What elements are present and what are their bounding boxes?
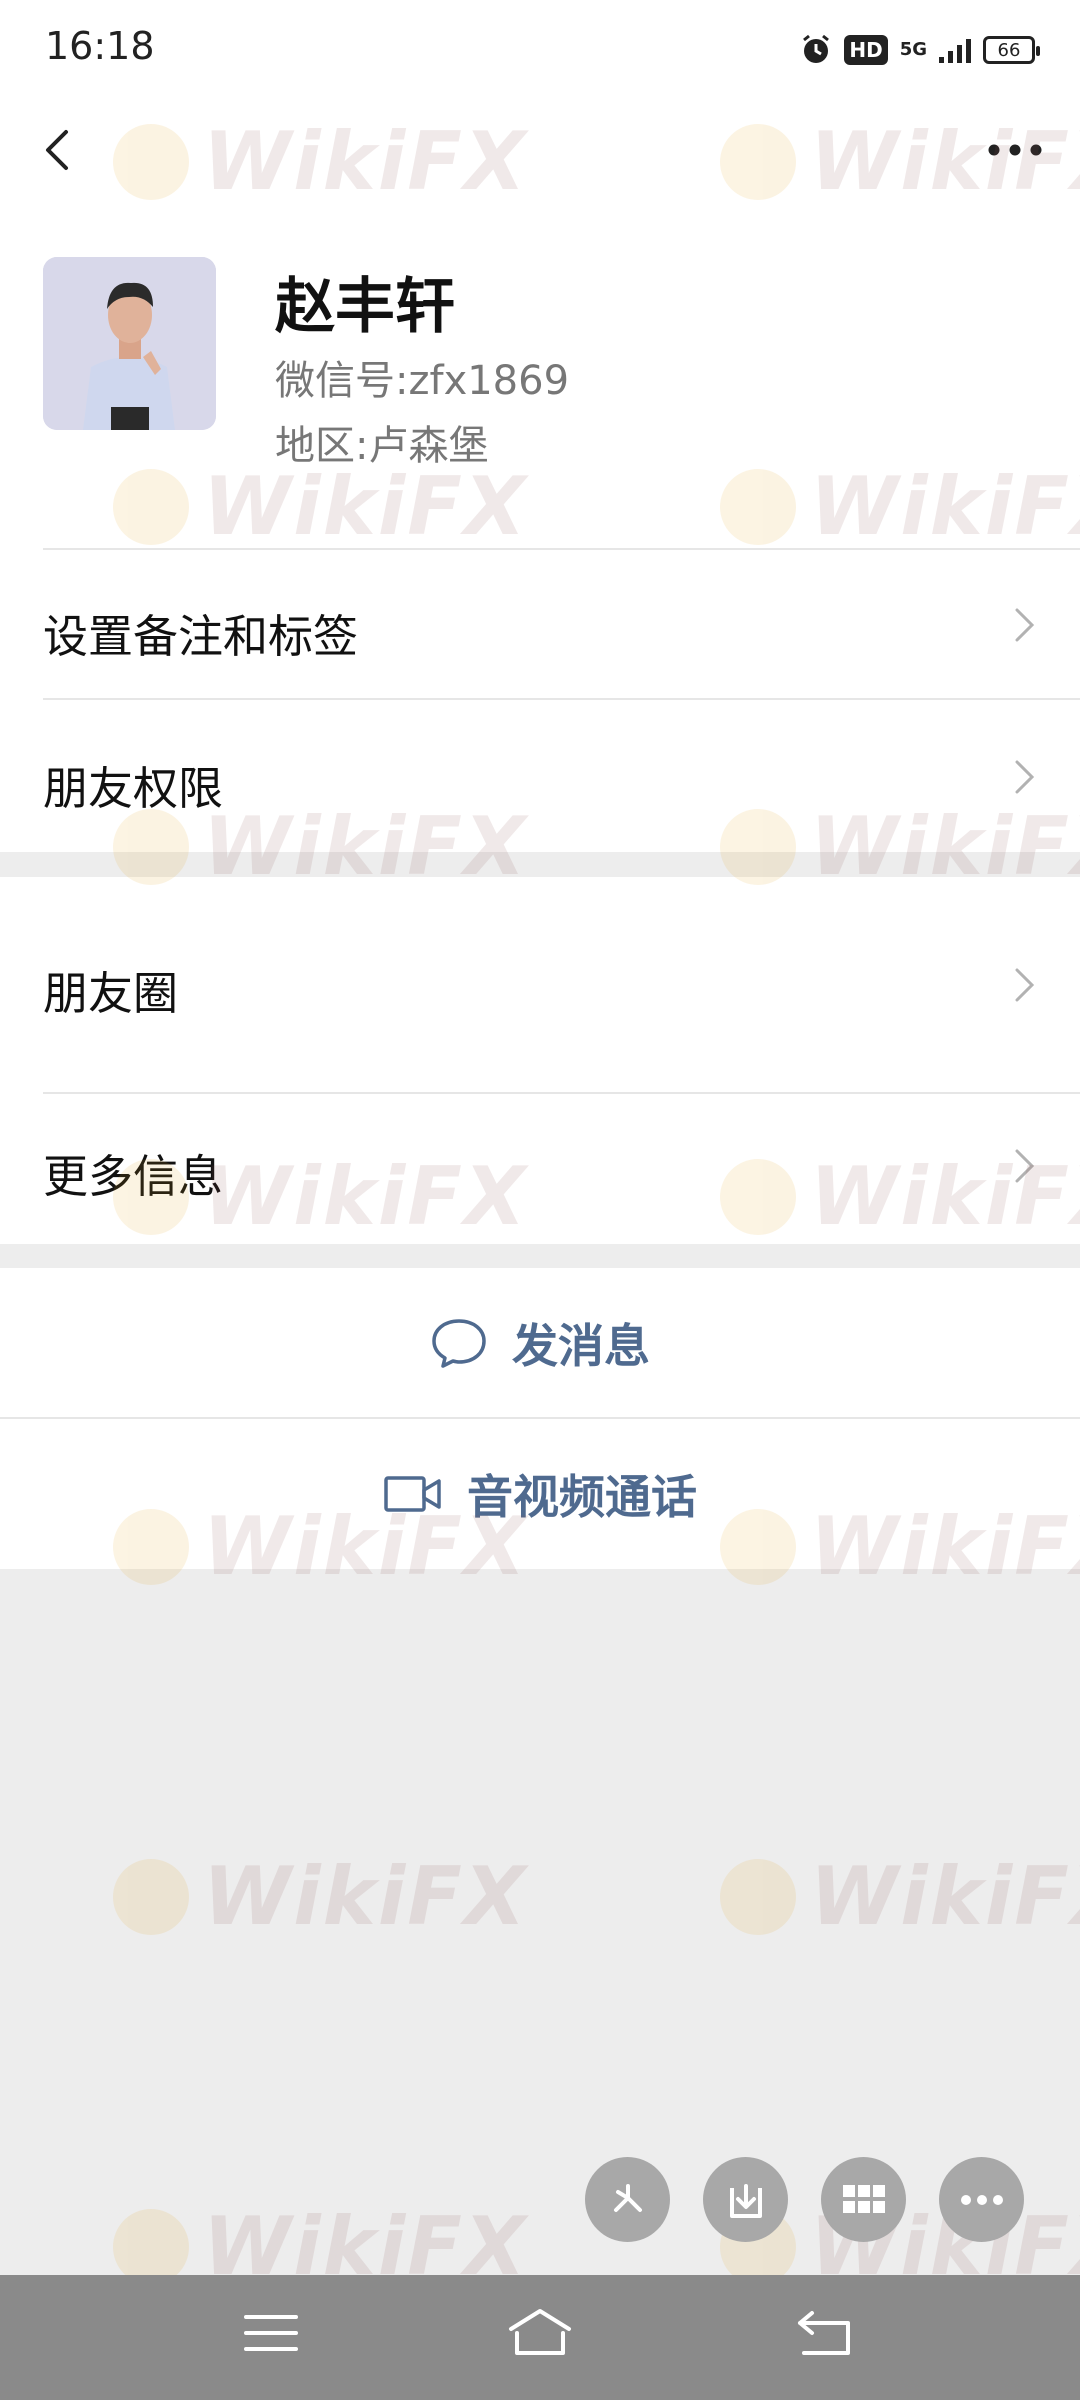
more-info-row[interactable]: 更多信息 <box>0 1094 1080 1244</box>
ellipsis-icon <box>960 2194 1003 2205</box>
back-icon[interactable] <box>790 2303 860 2363</box>
home-icon[interactable] <box>505 2303 575 2363</box>
watermark: WikiFX <box>113 1850 528 1943</box>
chevron-left-icon[interactable] <box>30 120 90 180</box>
moments-label: 朋友圈 <box>43 967 179 1020</box>
more-info-label: 更多信息 <box>43 1150 224 1203</box>
chevron-right-icon <box>1015 760 1035 794</box>
remark-tags-label: 设置备注和标签 <box>43 610 359 663</box>
watermark: WikiFX <box>720 1850 1080 1943</box>
chevron-right-icon <box>1015 1149 1035 1183</box>
send-message-label: 发消息 <box>512 1319 650 1373</box>
menu-icon[interactable] <box>236 2303 306 2363</box>
chevron-right-icon <box>1015 968 1035 1002</box>
status-bar: 16:18 HD 5G 66 <box>0 0 1080 100</box>
chevron-right-icon <box>1015 608 1035 642</box>
alarm-icon <box>803 34 830 63</box>
region-label: 地区: <box>275 423 369 469</box>
friend-permissions-row[interactable]: 朋友权限 <box>0 700 1080 852</box>
avatar[interactable] <box>43 257 216 430</box>
status-time: 16:18 <box>45 24 155 68</box>
assistant-button[interactable] <box>585 2157 670 2242</box>
send-message-button[interactable]: 发消息 <box>0 1268 1080 1418</box>
contact-name: 赵丰轩 <box>275 272 455 342</box>
battery-level: 66 <box>997 39 1021 61</box>
more-button[interactable] <box>939 2157 1024 2242</box>
battery-icon: 66 <box>983 36 1040 64</box>
friend-permissions-label: 朋友权限 <box>43 762 224 815</box>
wechat-id-label: 微信号: <box>275 358 409 404</box>
top-nav <box>0 100 1080 200</box>
region-value: 卢森堡 <box>368 423 489 469</box>
profile-card: 赵丰轩 微信号:zfx1869 地区:卢森堡 <box>0 200 1080 550</box>
remark-tags-row[interactable]: 设置备注和标签 <box>0 550 1080 700</box>
system-nav-bar <box>0 2275 1080 2400</box>
network-type: 5G <box>899 39 927 60</box>
ellipsis-icon[interactable] <box>980 120 1050 180</box>
hd-badge: HD <box>844 35 888 65</box>
video-camera-icon <box>384 1476 441 1512</box>
floating-toolbar <box>585 2157 1024 2242</box>
wechat-id-value: zfx1869 <box>408 358 570 404</box>
signal-icon <box>939 37 971 63</box>
wechat-id: 微信号:zfx1869 <box>275 348 569 406</box>
av-call-button[interactable]: 音视频通话 <box>0 1419 1080 1569</box>
moments-row[interactable]: 朋友圈 <box>0 877 1080 1094</box>
grid-icon <box>842 2184 885 2213</box>
spark-icon <box>613 2183 642 2212</box>
chat-bubble-icon <box>432 1319 486 1368</box>
download-button[interactable] <box>703 2157 788 2242</box>
status-icons: HD 5G 66 <box>800 34 1040 66</box>
download-icon <box>729 2183 762 2218</box>
region: 地区:卢森堡 <box>275 413 488 471</box>
av-call-label: 音视频通话 <box>467 1470 697 1524</box>
grid-button[interactable] <box>821 2157 906 2242</box>
